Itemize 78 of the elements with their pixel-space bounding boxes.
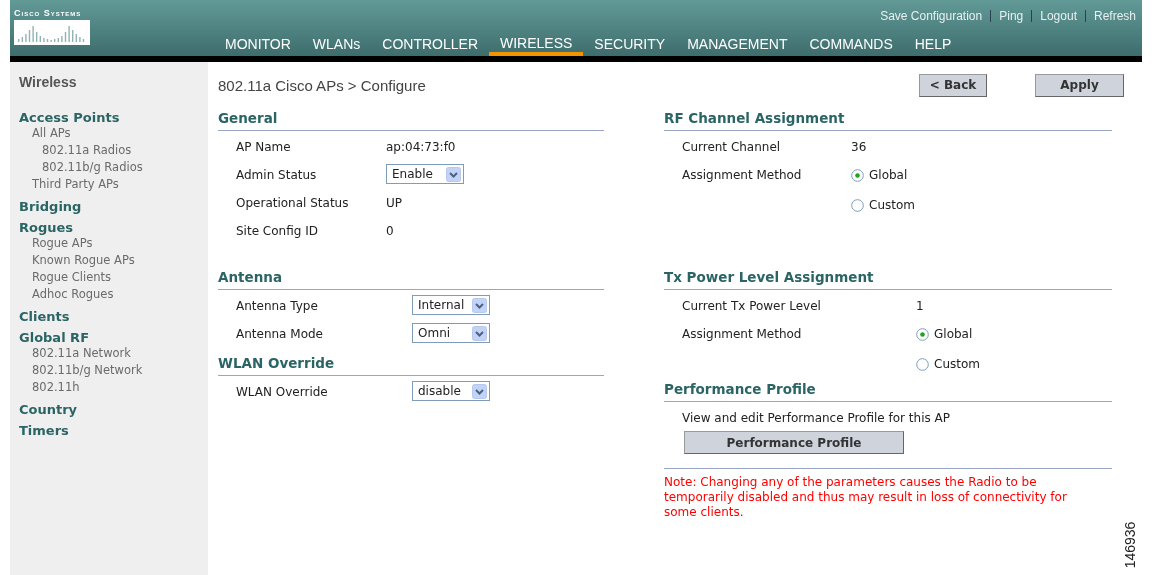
nav-tab[interactable]: WIRELESS [489,32,584,56]
sidebar-heading[interactable]: Bridging [19,199,82,214]
section-heading: Tx Power Level Assignment [664,267,1112,290]
warning-note: Note: Changing any of the parameters causes the Radio to be temporarily disabled and thus may result in loss of connectivity for some clients. [664,475,1068,520]
chevron-down-icon [472,325,487,341]
sidebar-heading[interactable]: Access Points [19,110,120,125]
page-title: 802.11a Cisco APs > Configure [218,76,427,94]
field-label: WLAN Override [236,384,329,401]
chevron-down-icon [472,297,488,313]
nav-tab[interactable]: COMMANDS [798,32,904,56]
radio-label[interactable]: Custom [869,196,915,214]
sidebar-heading[interactable]: Global RF [19,330,89,345]
figure-number: 146936 [1122,521,1139,569]
sidebar-item[interactable]: Known Rogue APs [32,252,135,269]
field-value: 1 [916,298,924,315]
chevron-down-icon [446,166,461,182]
section-heading: RF Channel Assignment [664,108,1112,131]
field-value: 0 [386,223,394,240]
field-label: Current Tx Power Level [682,298,822,315]
back-button[interactable]: < Back [919,73,987,97]
field-label: Assignment Method [682,326,803,343]
nav-tab[interactable]: WLANs [301,32,372,56]
field-label: Antenna Type [236,298,319,315]
dropdown[interactable]: disable [412,381,490,401]
section-heading: WLAN Override [218,353,604,376]
logo-text: Cisco Systems [14,8,83,18]
radio-label[interactable]: Custom [934,355,980,373]
field-label: Antenna Mode [236,326,324,343]
radio-button[interactable] [916,357,929,371]
sidebar-heading[interactable]: Timers [19,423,69,438]
dropdown[interactable]: Enable [386,164,464,184]
radio-button[interactable] [851,168,864,182]
section-heading: Antenna [218,267,604,290]
header-link[interactable]: Save Configuration [880,9,983,23]
chevron-down-icon [472,383,487,399]
apply-button[interactable]: Apply [1035,73,1124,97]
field-label: Site Config ID [236,223,319,240]
nav-tab[interactable]: MONITOR [214,32,302,56]
profile-button[interactable]: Performance Profile [684,431,904,454]
dropdown[interactable]: Omni [412,323,490,343]
field-label: AP Name [236,139,292,156]
header-link[interactable]: Ping [999,9,1024,23]
sidebar-item[interactable]: Rogue APs [32,235,93,252]
bridge-logo-icon [14,20,90,45]
sidebar-item[interactable]: 802.11a Network [32,345,131,362]
sidebar-item[interactable]: All APs [32,125,71,142]
nav-tab[interactable]: SECURITY [583,32,677,56]
sidebar-item[interactable]: 802.11a Radios [42,142,132,159]
field-label: Current Channel [682,139,782,156]
nav-tab[interactable]: HELP [903,32,963,56]
sidebar-title: Wireless [19,74,78,90]
sidebar-item[interactable]: 802.11b/g Network [32,362,143,379]
sidebar-item[interactable]: Rogue Clients [32,269,112,286]
sidebar-heading[interactable]: Country [19,402,78,417]
dropdown[interactable]: Internal [412,295,491,315]
radio-button[interactable] [916,327,929,341]
description-text: View and edit Performance Profile for this AP [682,410,951,427]
header-link[interactable]: Logout [1040,9,1077,23]
radio-label[interactable]: Global [869,166,908,184]
sidebar-heading[interactable]: Rogues [19,220,74,235]
field-label: Operational Status [236,195,350,212]
section-heading: Performance Profile [664,379,1112,402]
sidebar-item[interactable]: Adhoc Rogues [32,286,114,303]
header-link[interactable]: Refresh [1093,9,1136,23]
field-value: UP [386,195,403,212]
field-label: Assignment Method [682,167,803,184]
nav-tab[interactable]: MANAGEMENT [676,32,799,56]
nav-tab[interactable]: CONTROLLER [371,32,489,56]
sidebar-heading[interactable]: Clients [19,309,70,324]
field-value: 36 [851,139,867,156]
field-label: Admin Status [236,167,318,184]
sidebar-item[interactable]: 802.11h [32,379,80,396]
radio-label[interactable]: Global [934,325,973,343]
section-heading: General [218,108,604,131]
field-value: ap:04:73:f0 [386,139,456,156]
sidebar-item[interactable]: Third Party APs [32,176,119,193]
sidebar-item[interactable]: 802.11b/g Radios [42,159,143,176]
radio-button[interactable] [851,198,864,212]
